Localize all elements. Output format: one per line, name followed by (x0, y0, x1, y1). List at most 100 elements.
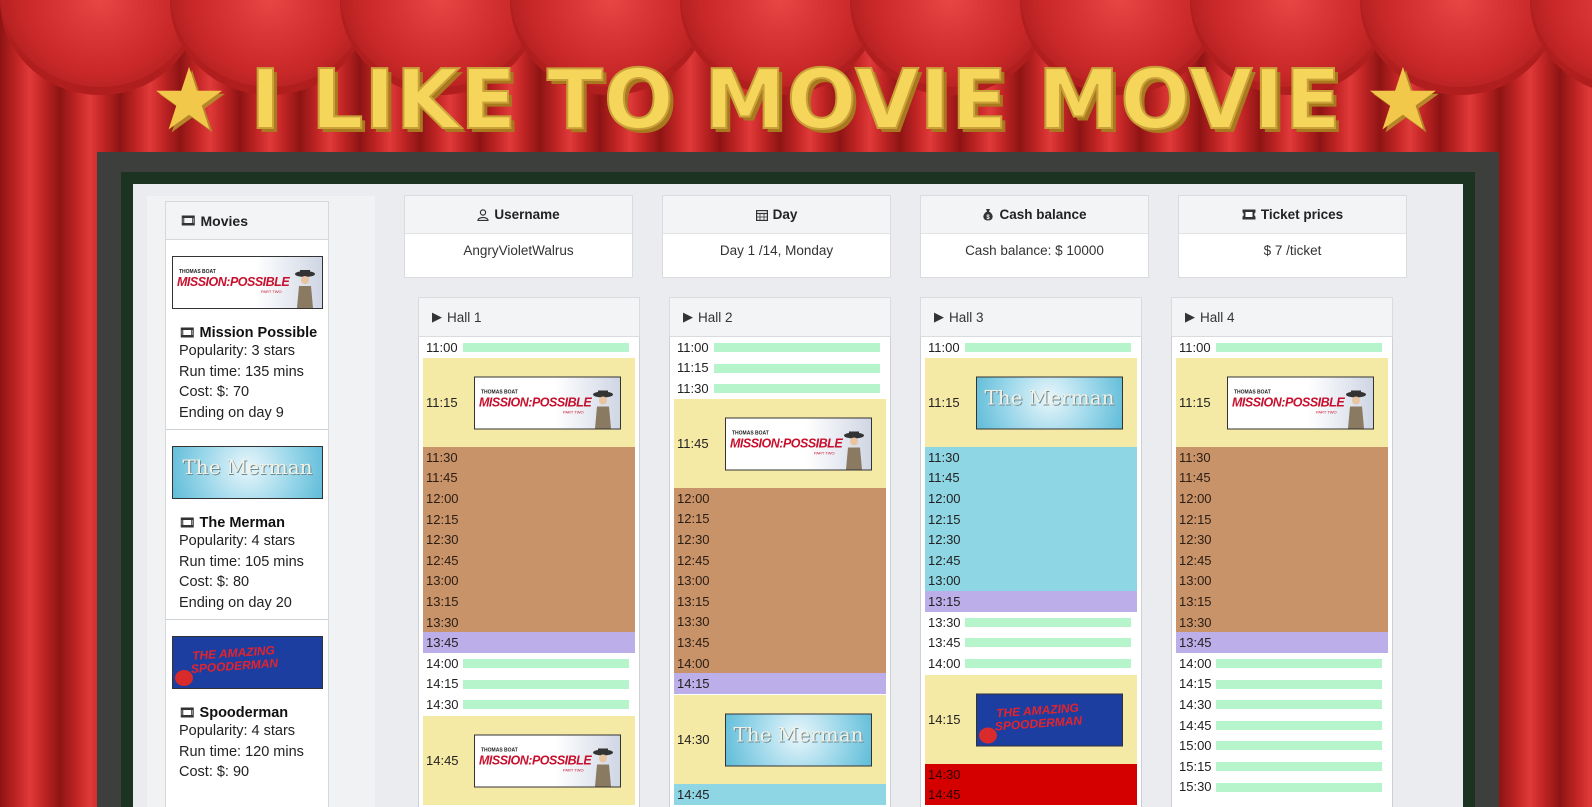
time-slot[interactable]: 13:00 (925, 570, 1137, 592)
time-slot[interactable]: 11:30 (423, 447, 635, 468)
film-icon: 🎞 (179, 705, 196, 720)
time-slot[interactable]: 11:00 (674, 337, 886, 358)
time-slot[interactable]: 12:15 (674, 508, 886, 530)
time-slot[interactable]: 13:00 (423, 570, 635, 592)
time-slot[interactable]: 14:30 (423, 694, 635, 715)
time-slot[interactable]: 13:30 (674, 611, 886, 633)
time-slot[interactable]: 12:45 (1176, 550, 1388, 571)
time-slot[interactable]: 14:00 (1176, 653, 1388, 674)
time-slot[interactable]: 13:00 (1176, 570, 1388, 592)
time-slot[interactable]: 14:00 (423, 653, 635, 674)
time-slot[interactable]: 14:00 (674, 652, 886, 674)
mission-possible-poster[interactable]: THOMAS BOAT MISSION:POSSIBLE PART TWO (474, 376, 621, 429)
showing-block[interactable]: 11:15 THOMAS BOAT MISSION:POSSIBLE PART TW… (423, 358, 635, 447)
showing-block[interactable]: 11:15 THOMAS BOAT MISSION:POSSIBLE PART TW… (1176, 358, 1388, 447)
time-slot[interactable]: 12:30 (423, 529, 635, 550)
time-slot[interactable]: 14:00 (925, 653, 1137, 674)
cleanup-slot[interactable]: 14:15 (674, 673, 886, 694)
showing-block[interactable]: 14:30 The Merman (674, 695, 886, 784)
free-slot-bar (965, 659, 1131, 668)
the-merman-poster[interactable]: The Merman (172, 446, 323, 499)
time-slot[interactable]: 12:00 (674, 488, 886, 509)
time-slot[interactable]: 12:00 (1176, 488, 1388, 509)
free-slot-bar (463, 700, 629, 710)
time-slot[interactable]: 11:15 (674, 358, 886, 379)
the-merman-poster[interactable]: The Merman (725, 713, 872, 766)
time-slot[interactable]: 12:45 (674, 549, 886, 571)
conflict-slot[interactable]: 14:45 (925, 784, 1137, 806)
time-slot[interactable]: 12:45 (423, 550, 635, 571)
play-icon: ▶ (683, 309, 693, 324)
showing-block[interactable]: 14:15 THE AMAZING SPOODERMAN (925, 675, 1137, 764)
time-slot[interactable]: 11:45 (925, 467, 1137, 489)
time-slot[interactable]: 13:15 (674, 591, 886, 612)
time-slot[interactable]: 14:15 (423, 674, 635, 695)
hall-2: ▶ Hall 2 11:00 11:15 11:30 11:45 THOMAS … (669, 297, 891, 807)
spider-face-icon (979, 727, 997, 743)
time-slot[interactable]: 14:30 (1176, 694, 1388, 715)
cleanup-slot[interactable]: 13:15 (925, 591, 1137, 612)
time-slot[interactable]: 13:45 (674, 632, 886, 653)
time-slot[interactable]: 12:45 (925, 550, 1137, 571)
cash-value: Cash balance: $ 10000 (965, 243, 1104, 258)
user-icon (477, 208, 489, 221)
agent-figure-icon (844, 431, 864, 469)
time-slot[interactable]: 11:30 (925, 447, 1137, 468)
time-slot[interactable]: 13:30 (925, 612, 1137, 633)
time-slot[interactable]: 11:30 (674, 378, 886, 399)
day-value: Day 1 /14, Monday (719, 243, 834, 258)
time-slot[interactable]: 11:45 (423, 467, 635, 489)
spooderman-poster[interactable]: THE AMAZING SPOODERMAN (976, 693, 1123, 746)
mission-possible-poster[interactable]: THOMAS BOAT MISSION:POSSIBLE PART TWO (725, 417, 872, 470)
hall-header[interactable]: ▶ Hall 2 (669, 297, 891, 337)
hall-3: ▶ Hall 3 11:00 11:15 The Merman 11:30 11… (920, 297, 1142, 807)
free-slot-bar (1216, 762, 1382, 771)
time-slot[interactable]: 13:45 (925, 632, 1137, 653)
showing-block[interactable]: 11:15 The Merman (925, 358, 1137, 447)
title-banner: ★ I LIKE TO MOVIE MOVIE ★ (0, 52, 1592, 149)
time-slot[interactable]: 12:30 (674, 529, 886, 550)
time-slot[interactable]: 11:30 (1176, 447, 1388, 468)
mission-possible-poster[interactable]: THOMAS BOAT MISSION:POSSIBLE PART TWO (474, 734, 621, 787)
hall-header[interactable]: ▶ Hall 3 (920, 297, 1142, 337)
time-slot[interactable]: 15:30 (1176, 777, 1388, 798)
time-slot[interactable]: 12:30 (925, 529, 1137, 550)
time-slot[interactable]: 12:15 (423, 508, 635, 530)
time-slot[interactable]: 15:00 (1176, 735, 1388, 756)
time-slot[interactable]: 12:00 (925, 488, 1137, 509)
time-slot[interactable]: 12:30 (1176, 529, 1388, 550)
time-slot[interactable]: 12:15 (925, 508, 1137, 530)
time-slot[interactable]: 11:00 (1176, 337, 1388, 358)
time-slot[interactable]: 11:45 (1176, 467, 1388, 489)
hall-header[interactable]: ▶ Hall 4 (1171, 297, 1393, 337)
the-merman-poster[interactable]: The Merman (976, 376, 1123, 429)
movie-card[interactable]: THOMAS BOAT MISSION:POSSIBLE PART TWO 🎞 … (166, 240, 328, 430)
time-slot[interactable]: 13:15 (1176, 591, 1388, 612)
movie-title: 🎞 Mission Possible (179, 325, 318, 341)
time-slot[interactable]: 11:00 (925, 337, 1137, 358)
time-slot[interactable]: 14:15 (1176, 674, 1388, 695)
showing-block[interactable]: 14:45 THOMAS BOAT MISSION:POSSIBLE PART TW… (423, 716, 635, 805)
time-slot[interactable]: 12:00 (423, 488, 635, 509)
movie-card[interactable]: The Merman 🎞 The Merman Popularity: 4 st… (166, 430, 328, 620)
mission-possible-poster[interactable]: THOMAS BOAT MISSION:POSSIBLE PART TWO (1227, 376, 1374, 429)
time-slot[interactable]: 14:45 (674, 784, 886, 805)
time-slot[interactable]: 14:45 (1176, 715, 1388, 736)
time-slot[interactable]: 13:30 (423, 611, 635, 633)
hall-header[interactable]: ▶ Hall 1 (418, 297, 640, 337)
cleanup-slot[interactable]: 13:45 (1176, 632, 1388, 653)
conflict-slot[interactable]: 14:30 (925, 764, 1137, 785)
showing-block[interactable]: 11:45 THOMAS BOAT MISSION:POSSIBLE PART TW… (674, 399, 886, 488)
time-slot[interactable]: 15:15 (1176, 756, 1388, 777)
spooderman-poster[interactable]: THE AMAZING SPOODERMAN (172, 636, 323, 689)
movie-card[interactable]: THE AMAZING SPOODERMAN 🎞 Spooderman Popul… (166, 620, 328, 807)
cleanup-slot[interactable]: 13:45 (423, 632, 635, 653)
free-slot-bar (1216, 700, 1382, 710)
time-slot[interactable]: 11:00 (423, 337, 635, 358)
time-slot[interactable]: 12:15 (1176, 508, 1388, 530)
time-slot[interactable]: 13:15 (423, 591, 635, 612)
hall-schedule: 11:00 11:15 The Merman 11:30 11:45 12:00… (920, 337, 1142, 807)
mission-possible-poster[interactable]: THOMAS BOAT MISSION:POSSIBLE PART TWO (172, 256, 323, 309)
time-slot[interactable]: 13:00 (674, 570, 886, 591)
time-slot[interactable]: 13:30 (1176, 611, 1388, 633)
